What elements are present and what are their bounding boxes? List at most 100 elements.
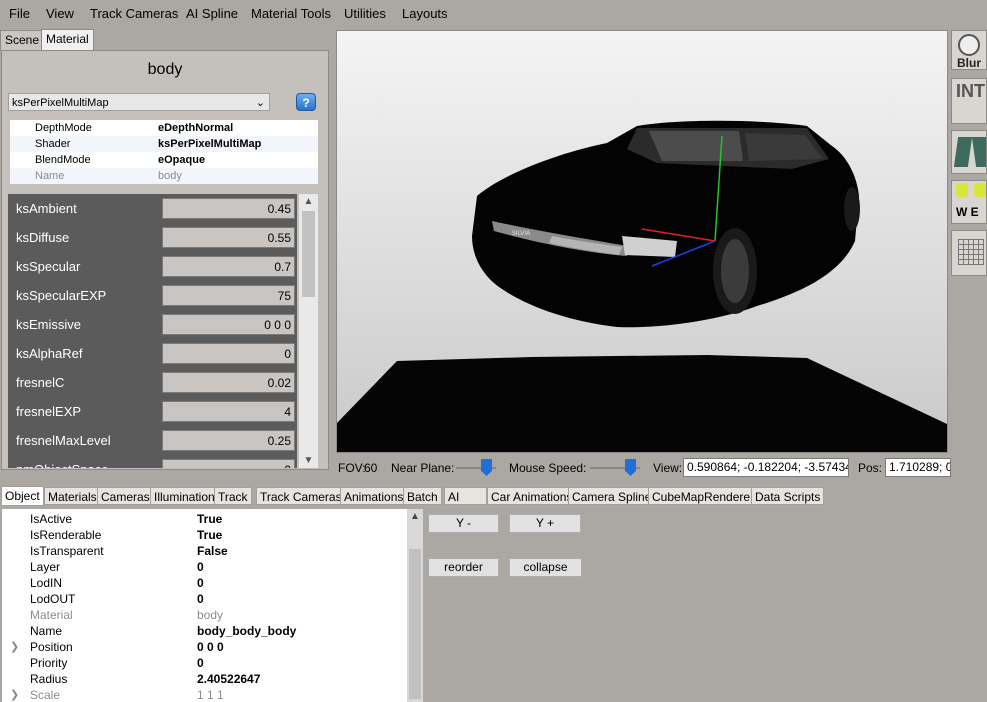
light-icon: [956, 183, 968, 197]
pos-label: Pos:: [858, 461, 883, 475]
param-scrollbar[interactable]: ▲ ▼: [299, 194, 318, 468]
object-property-value: 1 1 1: [197, 688, 224, 702]
param-value-input[interactable]: 0 0 0: [162, 314, 295, 335]
property-value: body: [158, 170, 182, 182]
scroll-up-icon[interactable]: ▲: [407, 511, 423, 522]
menu-utilities[interactable]: Utilities: [344, 6, 386, 21]
int-label: INT: [956, 81, 985, 101]
object-property-key: IsRenderable: [30, 528, 102, 542]
near-plane-slider[interactable]: [456, 458, 496, 478]
tab-cubemap-renderer[interactable]: CubeMapRenderer: [648, 487, 759, 505]
object-property-row[interactable]: ❯ Position 0 0 0: [2, 639, 407, 655]
menu-bar: File View Track Cameras AI Spline Materi…: [0, 0, 987, 27]
scrollbar-thumb[interactable]: [302, 211, 315, 297]
collapse-button[interactable]: collapse: [509, 558, 582, 577]
light-icon: [974, 183, 986, 197]
property-row[interactable]: DepthMode eDepthNormal: [10, 120, 318, 136]
slider-knob[interactable]: [625, 459, 636, 476]
tab-car-animations[interactable]: Car Animations: [487, 487, 577, 505]
property-row[interactable]: Shader ksPerPixelMultiMap: [10, 136, 318, 152]
object-property-row[interactable]: IsActive True: [2, 511, 407, 527]
param-value-input[interactable]: 4: [162, 401, 295, 422]
y-minus-button[interactable]: Y -: [428, 514, 499, 533]
chevron-right-icon[interactable]: ❯: [10, 687, 19, 702]
menu-file[interactable]: File: [9, 6, 30, 21]
param-value-input[interactable]: 0: [162, 343, 295, 364]
param-value-input[interactable]: 0.25: [162, 430, 295, 451]
object-property-key: Name: [30, 624, 63, 638]
param-value-input[interactable]: 0: [162, 459, 295, 468]
param-label: ksAmbient: [16, 201, 77, 216]
object-property-row[interactable]: Name body_body_body: [2, 623, 407, 639]
scroll-up-icon[interactable]: ▲: [299, 196, 318, 207]
object-property-value: 0 0 0: [197, 640, 224, 654]
param-value-input[interactable]: 0.02: [162, 372, 295, 393]
param-value-input[interactable]: 0.7: [162, 256, 295, 277]
object-property-row[interactable]: IsTransparent False: [2, 543, 407, 559]
scrollbar-thumb[interactable]: [409, 549, 421, 699]
wheels-tool-icon[interactable]: W E: [951, 180, 987, 224]
windows-tool-icon[interactable]: [951, 130, 987, 174]
y-plus-button[interactable]: Y +: [509, 514, 581, 533]
object-property-row[interactable]: IsRenderable True: [2, 527, 407, 543]
param-value-input[interactable]: 75: [162, 285, 295, 306]
grid-tool-icon[interactable]: [951, 230, 987, 276]
blur-label: Blur: [957, 56, 981, 70]
material-title: body: [147, 61, 183, 78]
menu-ai-spline[interactable]: AI Spline: [186, 6, 238, 21]
object-property-row[interactable]: ❯ Scale 1 1 1: [2, 687, 407, 702]
property-key: Shader: [35, 138, 71, 150]
tab-data-scripts[interactable]: Data Scripts: [751, 487, 825, 505]
view-vector-input[interactable]: 0.590864; -0.182204; -3.574347: [683, 458, 849, 477]
param-row: ksEmissive 0 0 0: [8, 310, 297, 339]
tab-materials[interactable]: Materials: [44, 487, 101, 505]
shader-select[interactable]: ksPerPixelMultiMap ⌄: [8, 93, 270, 111]
object-property-key: Scale: [30, 688, 61, 702]
param-value-input[interactable]: 0.45: [162, 198, 295, 219]
menu-track-cameras[interactable]: Track Cameras: [90, 6, 178, 21]
tab-material[interactable]: Material: [41, 29, 94, 51]
material-properties-table: DepthMode eDepthNormal Shader ksPerPixel…: [10, 120, 318, 184]
menu-material-tools[interactable]: Material Tools: [251, 6, 331, 21]
param-row: ksSpecular 0.7: [8, 252, 297, 281]
property-row[interactable]: Name body: [10, 168, 318, 184]
object-property-row[interactable]: Priority 0: [2, 655, 407, 671]
tab-batch[interactable]: Batch: [403, 487, 442, 505]
pos-vector-input[interactable]: 1.710289; 0.8: [885, 458, 951, 477]
object-property-row[interactable]: Radius 2.40522647: [2, 671, 407, 687]
slider-knob[interactable]: [481, 459, 492, 476]
tab-track[interactable]: Track: [214, 487, 252, 505]
tab-object[interactable]: Object: [1, 486, 44, 506]
object-property-key: IsTransparent: [30, 544, 104, 558]
object-property-value: 0: [197, 560, 204, 574]
mouse-speed-slider[interactable]: [590, 458, 640, 478]
3d-viewport[interactable]: SILVIA: [336, 30, 948, 453]
scroll-down-icon[interactable]: ▼: [299, 455, 318, 466]
menu-view[interactable]: View: [46, 6, 74, 21]
tab-track-cameras[interactable]: Track Cameras: [256, 487, 346, 505]
object-property-row[interactable]: Layer 0: [2, 559, 407, 575]
tab-cameras[interactable]: Cameras: [97, 487, 154, 505]
object-property-row[interactable]: LodOUT 0: [2, 591, 407, 607]
param-label: ksSpecularEXP: [16, 288, 107, 303]
reorder-button[interactable]: reorder: [428, 558, 499, 577]
tab-scene[interactable]: Scene: [0, 30, 45, 50]
object-property-row[interactable]: LodIN 0: [2, 575, 407, 591]
chevron-right-icon[interactable]: ❯: [10, 639, 19, 655]
tab-camera-spline[interactable]: Camera Spline: [568, 487, 656, 505]
object-property-key: Position: [30, 640, 73, 654]
tab-ai[interactable]: AI: [444, 487, 487, 505]
object-scrollbar[interactable]: ▲: [407, 509, 423, 702]
param-label: ksAlphaRef: [16, 346, 83, 361]
param-value-input[interactable]: 0.55: [162, 227, 295, 248]
menu-layouts[interactable]: Layouts: [402, 6, 448, 21]
property-row[interactable]: BlendMode eOpaque: [10, 152, 318, 168]
tab-illumination[interactable]: Illumination: [150, 487, 219, 505]
object-property-row[interactable]: Material body: [2, 607, 407, 623]
help-icon[interactable]: ?: [296, 93, 316, 111]
window-glass-icon: [971, 137, 986, 167]
property-key: Name: [35, 170, 65, 182]
tab-animations[interactable]: Animations: [340, 487, 408, 505]
int-tool-icon[interactable]: INT: [951, 78, 987, 124]
blur-tool-icon[interactable]: Blur: [951, 30, 987, 70]
